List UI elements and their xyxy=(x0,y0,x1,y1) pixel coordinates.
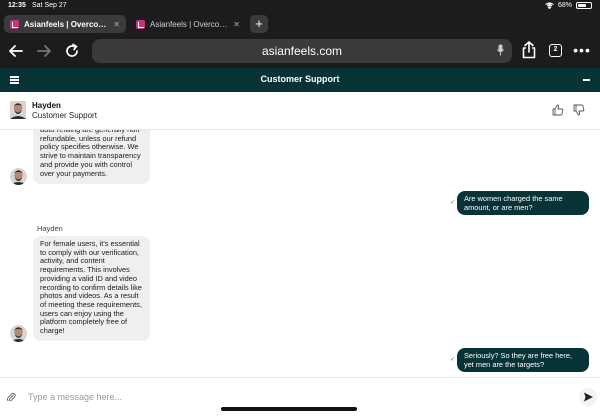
status-time: 12:35 xyxy=(8,2,26,9)
share-icon[interactable] xyxy=(519,40,539,60)
support-title: Customer Support xyxy=(260,74,340,84)
tab-title: Asianfeels | Overcome xyxy=(150,19,230,29)
tab-title: Asianfeels | Overcome xyxy=(24,19,110,29)
send-icon xyxy=(584,392,593,402)
thumbs-up-icon[interactable] xyxy=(552,104,564,116)
url-bar[interactable]: asianfeels.com xyxy=(92,39,512,63)
sent-check-icon: ✓ xyxy=(450,357,456,363)
wifi-icon xyxy=(545,2,554,9)
site-favicon-icon xyxy=(136,19,145,29)
home-indicator xyxy=(221,407,357,411)
agent-avatar xyxy=(10,101,26,119)
close-tab-icon[interactable]: ✕ xyxy=(233,20,240,29)
user-message: Seriously? So they are free here, yet me… xyxy=(457,348,589,372)
site-favicon-icon xyxy=(10,19,19,29)
support-header: Customer Support xyxy=(0,68,600,92)
agent-role: Customer Support xyxy=(32,111,97,120)
back-arrow-icon[interactable] xyxy=(6,41,26,61)
message-input[interactable] xyxy=(28,387,548,407)
message-sender: Hayden xyxy=(37,224,63,233)
attachment-icon[interactable] xyxy=(6,391,16,403)
status-bar: 12:35 Sat Sep 27 68% xyxy=(0,0,600,12)
user-message: Are women charged the same amount, or ar… xyxy=(457,191,589,215)
minimize-icon[interactable] xyxy=(583,79,590,81)
agent-avatar xyxy=(10,168,27,185)
forward-arrow-icon[interactable] xyxy=(34,41,54,61)
tab-bar: Asianfeels | Overcome ✕ Asianfeels | Ove… xyxy=(0,12,600,34)
tab-asianfeels-active[interactable]: Asianfeels | Overcome ✕ xyxy=(4,15,126,33)
more-options-icon[interactable]: ••• xyxy=(572,41,592,59)
reload-icon[interactable] xyxy=(62,41,82,61)
browser-toolbar: asianfeels.com 2 ••• xyxy=(0,34,600,68)
chat-messages: auto-refilling are generally non-refunda… xyxy=(0,130,600,377)
agent-avatar xyxy=(10,325,27,342)
status-date: Sat Sep 27 xyxy=(32,2,67,9)
agent-message: For female users, it’s essential to comp… xyxy=(33,236,150,341)
battery-icon xyxy=(576,2,592,9)
agent-message: auto-refilling are generally non-refunda… xyxy=(33,130,150,184)
url-text: asianfeels.com xyxy=(261,44,343,58)
sent-check-icon: ✓ xyxy=(450,200,456,206)
microphone-icon[interactable] xyxy=(497,44,504,56)
battery-percent: 68% xyxy=(557,2,572,9)
new-tab-button[interactable]: + xyxy=(250,15,268,33)
agent-name: Hayden xyxy=(32,101,61,110)
tab-overview-button[interactable]: 2 xyxy=(549,44,562,57)
agent-header: Hayden Customer Support xyxy=(0,92,600,130)
close-tab-icon[interactable]: ✕ xyxy=(113,20,120,29)
send-button[interactable] xyxy=(579,388,597,406)
thumbs-down-icon[interactable] xyxy=(573,104,585,116)
tab-asianfeels[interactable]: Asianfeels | Overcome ✕ xyxy=(130,15,246,33)
